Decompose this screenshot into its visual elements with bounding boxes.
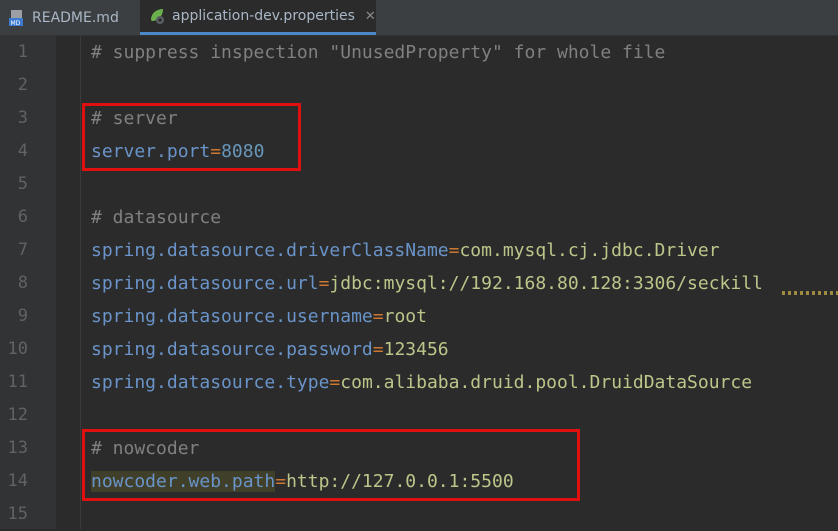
spring-leaf-icon [151, 9, 164, 24]
line-number: 5 [17, 174, 28, 194]
equals-sign: = [372, 339, 384, 360]
tab-label: application-dev.properties [172, 8, 355, 24]
equals-sign: = [448, 240, 460, 261]
code-line-10[interactable]: spring.datasource.password=123456 [91, 333, 449, 366]
highlight-box-server [82, 103, 301, 171]
tab-readme[interactable]: MD README.md [0, 0, 140, 35]
line-number: 15 [7, 504, 28, 524]
equals-sign: = [318, 273, 330, 294]
comment-text: # datasource [91, 207, 222, 228]
editor-tab-bar: MD README.md application-dev.properties … [0, 0, 838, 36]
property-value: 123456 [383, 339, 449, 360]
typo-underline [782, 291, 838, 295]
code-line-11[interactable]: spring.datasource.type=com.alibaba.druid… [91, 366, 752, 399]
code-line-8[interactable]: spring.datasource.url=jdbc:mysql://192.1… [91, 267, 763, 300]
property-key: spring.datasource.type [91, 372, 330, 393]
property-key: spring.datasource.password [91, 339, 373, 360]
line-number: 12 [7, 405, 28, 425]
code-line-1[interactable]: # suppress inspection "UnusedProperty" f… [91, 36, 665, 69]
line-number: 14 [7, 471, 28, 491]
line-number: 13 [7, 438, 28, 458]
line-number: 2 [17, 75, 28, 95]
line-number: 10 [7, 339, 28, 359]
code-line-6[interactable]: # datasource [91, 201, 221, 234]
line-number: 3 [17, 108, 28, 128]
markdown-file-icon: MD [9, 9, 23, 27]
svg-text:MD: MD [11, 20, 21, 27]
property-value: root [383, 306, 427, 327]
property-value: com.alibaba.druid.pool.DruidDataSource [340, 372, 753, 393]
line-number: 7 [17, 240, 28, 260]
close-tab-icon[interactable]: ✕ [365, 9, 376, 24]
property-value: jdbc:mysql://192.168.80.128:3306/seckill [329, 273, 763, 294]
code-line-7[interactable]: spring.datasource.driverClassName=com.my… [91, 234, 720, 267]
line-number: 9 [17, 306, 28, 326]
line-number: 1 [17, 42, 28, 62]
equals-sign: = [329, 372, 341, 393]
line-number: 11 [7, 372, 28, 392]
gutter-separator [80, 36, 81, 529]
line-number: 6 [17, 207, 28, 227]
equals-sign: = [372, 306, 384, 327]
comment-text: # suppress inspection "UnusedProperty" f… [91, 42, 666, 63]
tab-label: README.md [32, 9, 119, 26]
property-key: spring.datasource.driverClassName [91, 240, 449, 261]
code-line-9[interactable]: spring.datasource.username=root [91, 300, 427, 333]
property-key: spring.datasource.username [91, 306, 373, 327]
highlight-box-nowcoder [82, 429, 580, 501]
line-number: 8 [17, 273, 28, 293]
property-key: spring.datasource.url [91, 273, 319, 294]
property-value: com.mysql.cj.jdbc.Driver [459, 240, 720, 261]
line-number: 4 [17, 141, 28, 161]
tab-application-dev-properties[interactable]: application-dev.properties ✕ [140, 0, 376, 35]
